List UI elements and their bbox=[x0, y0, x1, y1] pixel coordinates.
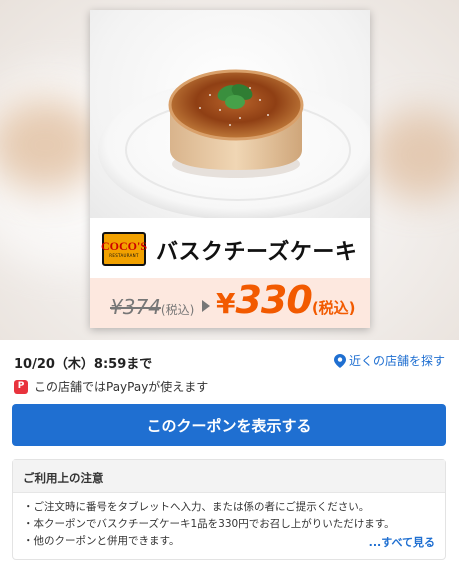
cheesecake-illustration bbox=[98, 69, 370, 220]
usage-note-item: ・本クーポンでバスクチーズケーキ1品を330円でお召し上がりいただけます。 bbox=[23, 518, 395, 530]
background-blur-cake-right bbox=[370, 110, 459, 200]
price-arrow-icon bbox=[202, 300, 210, 312]
see-all-link[interactable]: ...すべて見る bbox=[369, 534, 435, 550]
usage-note-item: ・ご注文時に番号をタブレットへ入力、または係の者にご提示ください。 bbox=[23, 501, 370, 513]
show-coupon-button[interactable]: このクーポンを表示する bbox=[12, 404, 446, 446]
find-nearby-stores-label: 近くの店舗を探す bbox=[348, 354, 445, 368]
product-photo bbox=[90, 10, 370, 220]
find-nearby-stores-link[interactable]: 近くの店舗を探す bbox=[333, 352, 445, 369]
paypay-notice: P この店舗ではPayPayが使えます bbox=[14, 378, 208, 395]
brand-logo: COCO'S RESTAURANT bbox=[101, 232, 147, 266]
promo-panel: COCO'S RESTAURANT バスクチーズケーキ ¥374(税込) ¥33… bbox=[90, 218, 370, 328]
discount-price: ¥330(税込) bbox=[216, 278, 356, 322]
paypay-icon: P bbox=[14, 379, 28, 394]
usage-notes-box: ご利用上の注意 ・ご注文時に番号をタブレットへ入力、または係の者にご提示ください… bbox=[12, 459, 446, 560]
coupon-card: COCO'S RESTAURANT バスクチーズケーキ ¥374(税込) ¥33… bbox=[90, 10, 370, 328]
usage-notes-title: ご利用上の注意 bbox=[23, 471, 104, 485]
expiry-deadline: 10/20（木）8:59まで bbox=[14, 357, 153, 372]
paypay-text: この店舗ではPayPayが使えます bbox=[34, 380, 209, 394]
coupon-hero: COCO'S RESTAURANT バスクチーズケーキ ¥374(税込) ¥33… bbox=[0, 0, 459, 340]
product-name: バスクチーズケーキ bbox=[156, 240, 358, 265]
usage-notes-header: ご利用上の注意 bbox=[13, 460, 445, 493]
original-price: ¥374(税込) bbox=[110, 295, 195, 319]
coupon-info: 10/20（木）8:59まで 近くの店舗を探す P この店舗ではPayPayが使… bbox=[0, 340, 459, 575]
location-pin-icon bbox=[333, 353, 346, 368]
